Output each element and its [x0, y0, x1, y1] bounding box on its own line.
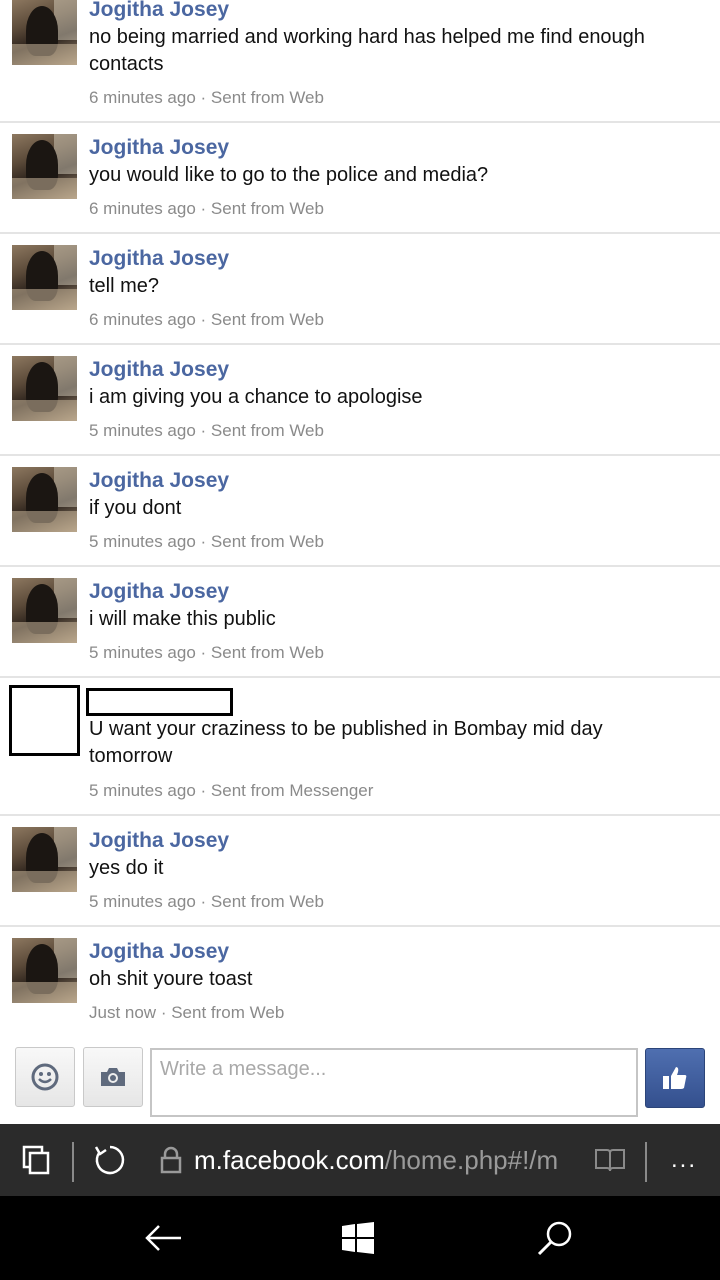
search-icon: [537, 1221, 572, 1256]
back-arrow-icon: [145, 1225, 181, 1251]
redacted-sender-name: [86, 688, 233, 716]
message-item: Jogitha Josey yes do it 5 minutes ago · …: [0, 816, 720, 927]
message-source: Sent from Messenger: [210, 781, 374, 800]
thumbs-up-icon: [663, 1067, 687, 1089]
message-time: Just now: [89, 1003, 157, 1022]
browser-address-bar: m.facebook.com/home.php#!/m ...: [0, 1124, 720, 1196]
back-button[interactable]: [123, 1196, 203, 1280]
tabs-button[interactable]: [14, 1124, 58, 1196]
redacted-avatar[interactable]: [9, 685, 80, 756]
emoji-button[interactable]: [15, 1047, 75, 1107]
message-text: if you dont: [89, 497, 182, 519]
sender-avatar[interactable]: [12, 356, 77, 421]
sender-name[interactable]: Jogitha Josey: [89, 247, 229, 271]
sender-avatar[interactable]: [12, 578, 77, 643]
message-thread[interactable]: Jogitha Josey no being married and worki…: [0, 0, 720, 1035]
message-time: 5 minutes ago: [89, 421, 196, 440]
reading-view-icon: [595, 1149, 625, 1172]
address-field[interactable]: m.facebook.com/home.php#!/m: [194, 1142, 574, 1178]
message-source: Sent from Web: [210, 310, 324, 329]
sender-avatar[interactable]: [12, 938, 77, 1003]
sender-name[interactable]: Jogitha Josey: [89, 829, 229, 853]
message-item: U want your craziness to be published in…: [0, 678, 720, 816]
refresh-icon: [94, 1145, 125, 1175]
start-button[interactable]: [318, 1196, 398, 1280]
message-text: tell me?: [89, 275, 160, 297]
message-item: Jogitha Josey i will make this public 5 …: [0, 567, 720, 678]
message-meta: 5 minutes ago · Sent from Messenger: [89, 781, 374, 800]
message-source: Sent from Web: [210, 421, 324, 440]
message-item: Jogitha Josey you would like to go to th…: [0, 123, 720, 234]
message-item: Jogitha Josey oh shit youre toast Just n…: [0, 927, 720, 1035]
sender-avatar[interactable]: [12, 134, 77, 199]
camera-icon: [101, 1068, 125, 1086]
message-source: Sent from Web: [210, 892, 324, 911]
message-item: Jogitha Josey tell me? 6 minutes ago · S…: [0, 234, 720, 345]
message-text: yes do it: [89, 857, 164, 879]
like-button[interactable]: [645, 1048, 705, 1108]
message-text: i will make this public: [89, 608, 276, 630]
message-item: Jogitha Josey no being married and worki…: [0, 0, 720, 123]
message-text: U want your craziness to be published in…: [89, 718, 603, 767]
windows-logo-icon: [342, 1222, 374, 1254]
message-source: Sent from Web: [210, 199, 324, 218]
sender-name[interactable]: Jogitha Josey: [89, 940, 229, 964]
reading-view-button[interactable]: [592, 1124, 628, 1196]
lock-icon: [156, 1124, 186, 1196]
tabs-icon: [22, 1145, 50, 1175]
url-host: m.facebook.com: [194, 1145, 385, 1175]
message-time: 5 minutes ago: [89, 643, 196, 662]
message-source: Sent from Web: [171, 1003, 285, 1022]
message-text: no being married and working hard has he…: [89, 26, 645, 75]
toolbar-divider: [645, 1142, 647, 1182]
url-path: /home.php#!/m: [384, 1145, 559, 1175]
sender-avatar[interactable]: [12, 827, 77, 892]
smiley-icon: [31, 1063, 59, 1091]
sender-avatar[interactable]: [12, 245, 77, 310]
message-meta: 6 minutes ago · Sent from Web: [89, 88, 324, 107]
camera-button[interactable]: [83, 1047, 143, 1107]
sender-name[interactable]: Jogitha Josey: [89, 580, 229, 604]
message-source: Sent from Web: [210, 643, 324, 662]
message-time: 6 minutes ago: [89, 310, 196, 329]
toolbar-divider: [72, 1142, 74, 1182]
message-meta: Just now · Sent from Web: [89, 1003, 285, 1022]
sender-avatar[interactable]: [12, 0, 77, 65]
system-nav-bar: [0, 1196, 720, 1280]
message-meta: 6 minutes ago · Sent from Web: [89, 310, 324, 329]
message-item: Jogitha Josey i am giving you a chance t…: [0, 345, 720, 456]
message-time: 5 minutes ago: [89, 781, 196, 800]
sender-name[interactable]: Jogitha Josey: [89, 469, 229, 493]
sender-name[interactable]: Jogitha Josey: [89, 358, 229, 382]
message-time: 6 minutes ago: [89, 199, 196, 218]
message-meta: 6 minutes ago · Sent from Web: [89, 199, 324, 218]
refresh-button[interactable]: [88, 1124, 132, 1196]
search-button[interactable]: [515, 1196, 595, 1280]
message-text: i am giving you a chance to apologise: [89, 386, 423, 408]
sender-avatar[interactable]: [12, 467, 77, 532]
message-time: 6 minutes ago: [89, 88, 196, 107]
message-item: Jogitha Josey if you dont 5 minutes ago …: [0, 456, 720, 567]
message-text: you would like to go to the police and m…: [89, 164, 489, 186]
message-meta: 5 minutes ago · Sent from Web: [89, 892, 324, 911]
message-input[interactable]: [150, 1048, 638, 1117]
more-button[interactable]: ...: [664, 1124, 704, 1196]
message-meta: 5 minutes ago · Sent from Web: [89, 532, 324, 551]
message-meta: 5 minutes ago · Sent from Web: [89, 643, 324, 662]
message-meta: 5 minutes ago · Sent from Web: [89, 421, 324, 440]
message-source: Sent from Web: [210, 88, 324, 107]
message-source: Sent from Web: [210, 532, 324, 551]
sender-name[interactable]: Jogitha Josey: [89, 136, 229, 160]
message-composer: [0, 1035, 720, 1124]
message-text: oh shit youre toast: [89, 968, 253, 990]
message-time: 5 minutes ago: [89, 532, 196, 551]
sender-name[interactable]: Jogitha Josey: [89, 0, 229, 22]
message-time: 5 minutes ago: [89, 892, 196, 911]
